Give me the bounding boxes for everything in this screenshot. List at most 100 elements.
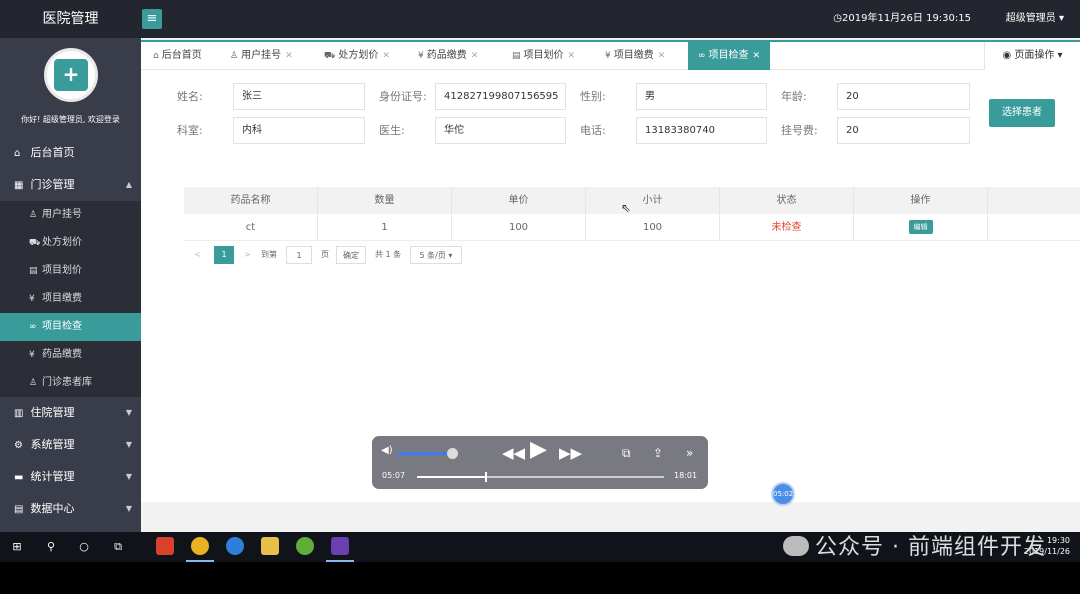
app-icon-green[interactable] <box>296 537 314 555</box>
col-header-drug-name: 药品名称 <box>184 187 318 214</box>
avatar <box>44 48 98 102</box>
name-field[interactable]: 张三 <box>233 83 365 110</box>
user-menu[interactable]: 超级管理员 ▾ <box>1006 0 1064 38</box>
pager-size-select[interactable]: 5 条/页 ▾ <box>410 246 462 264</box>
share-icon[interactable]: ⇪ <box>653 443 663 463</box>
edit-button[interactable]: 编辑 <box>908 220 933 234</box>
yen-icon: ¥ <box>418 51 424 61</box>
picture-in-picture-icon[interactable]: ⧉ <box>622 443 631 463</box>
age-field[interactable]: 20 <box>837 83 970 110</box>
sidebar-item-prescription-pricing[interactable]: ⛟ 处方划价 <box>0 229 141 257</box>
app-icon-red[interactable] <box>156 537 174 555</box>
more-icon[interactable]: » <box>686 443 693 463</box>
sidebar-item-label: 项目检查 <box>42 321 82 332</box>
pager-goto-input[interactable]: 1 <box>286 246 312 264</box>
phone-field[interactable]: 13183380740 <box>636 117 767 144</box>
pager-page-unit: 页 <box>321 250 329 259</box>
close-icon[interactable]: ✕ <box>285 51 293 61</box>
select-patient-button[interactable]: 选择患者 <box>989 99 1055 127</box>
sidebar-nav: ⌂ 后台首页 ▦ 门诊管理 ▲ ♙ 用户挂号 ⛟ 处方划价 ▤ 项目划价 ¥ 项目 <box>0 137 141 525</box>
folder-icon[interactable] <box>261 537 279 555</box>
doc-icon: ▤ <box>14 504 24 515</box>
sidebar-item-label: 数据中心 <box>30 502 75 515</box>
video-player-controls: ◀) ◀◀ ▶ ▶▶ ⧉ ⇪ » 05:07 18:01 <box>372 436 708 489</box>
sidebar-item-registration[interactable]: ♙ 用户挂号 <box>0 201 141 229</box>
sidebar-item-drug-payment[interactable]: ¥ 药品缴费 <box>0 341 141 369</box>
home-icon: ⌂ <box>14 148 21 159</box>
chevron-down-icon: ▼ <box>125 504 132 513</box>
fee-field[interactable]: 20 <box>837 117 970 144</box>
sidebar-item-home[interactable]: ⌂ 后台首页 <box>0 137 141 169</box>
pager-confirm-button[interactable]: 确定 <box>336 246 366 264</box>
table-header: 药品名称 数量 单价 小计 状态 操作 <box>184 187 1080 214</box>
tab-home[interactable]: ⌂ 后台首页 <box>153 42 202 70</box>
doc-icon: ▤ <box>512 51 521 61</box>
gender-field[interactable]: 男 <box>636 83 767 110</box>
sidebar-item-item-check[interactable]: ∞ 项目检查 <box>0 313 141 341</box>
sidebar-item-statistics[interactable]: ▬ 统计管理 ▼ <box>0 461 141 493</box>
id-number-field[interactable]: 412827199807156595 <box>435 83 566 110</box>
volume-icon[interactable]: ◀) <box>381 445 393 456</box>
doc-icon: ▤ <box>29 266 38 276</box>
page-operations-menu[interactable]: ◉ 页面操作 ▾ <box>984 42 1080 70</box>
tab-item-pricing[interactable]: ▤ 项目划价 ✕ <box>512 42 575 70</box>
tab-prescription-pricing[interactable]: ⛟ 处方划价 ✕ <box>324 42 390 70</box>
close-icon[interactable]: ✕ <box>658 51 666 61</box>
sidebar-item-label: 药品缴费 <box>42 349 82 360</box>
browser-icon[interactable] <box>226 537 244 555</box>
col-header-subtotal: 小计 <box>586 187 720 214</box>
cell-subtotal: 100 <box>586 214 720 241</box>
tab-label: 项目划价 <box>523 50 564 61</box>
close-icon[interactable]: ✕ <box>382 51 390 61</box>
sidebar-item-item-pricing[interactable]: ▤ 项目划价 <box>0 257 141 285</box>
ide-icon[interactable] <box>331 537 349 555</box>
windows-start-icon[interactable]: ⊞ <box>7 537 27 557</box>
sidebar-item-outpatient[interactable]: ▦ 门诊管理 ▲ <box>0 169 141 201</box>
sidebar-item-system[interactable]: ⚙ 系统管理 ▼ <box>0 429 141 461</box>
sidebar-item-patient-library[interactable]: ♙ 门诊患者库 <box>0 369 141 397</box>
chat-icon: ▬ <box>14 472 24 483</box>
pager-current-page[interactable]: 1 <box>214 246 234 264</box>
sidebar-item-data-center[interactable]: ▤ 数据中心 ▼ <box>0 493 141 525</box>
volume-slider-knob[interactable] <box>446 448 458 459</box>
fast-forward-icon[interactable]: ▶▶ <box>559 441 582 465</box>
gender-label: 性别: <box>580 90 606 103</box>
yen-icon: ¥ <box>29 350 35 360</box>
progress-handle[interactable] <box>485 472 488 482</box>
close-icon[interactable]: ✕ <box>471 51 479 61</box>
yen-icon: ¥ <box>29 294 35 304</box>
sidebar-item-inpatient[interactable]: ▥ 住院管理 ▼ <box>0 397 141 429</box>
check-items-table: 药品名称 数量 单价 小计 状态 操作 ct 1 100 100 未检查 编辑 <box>184 187 1080 241</box>
link-icon: ∞ <box>698 51 706 61</box>
cortana-icon[interactable]: ○ <box>74 537 94 557</box>
dept-field[interactable]: 内科 <box>233 117 365 144</box>
pager-prev-button[interactable]: < <box>194 246 201 264</box>
pager-next-button[interactable]: > <box>244 246 251 264</box>
chrome-icon[interactable] <box>191 537 209 555</box>
close-icon[interactable]: ✕ <box>568 51 576 61</box>
task-view-icon[interactable]: ⧉ <box>108 537 128 557</box>
cell-action: 编辑 <box>854 214 988 241</box>
close-icon[interactable]: ✕ <box>753 51 761 61</box>
tab-drug-payment[interactable]: ¥ 药品缴费 ✕ <box>418 42 478 70</box>
rewind-icon[interactable]: ◀◀ <box>502 441 525 465</box>
doctor-field[interactable]: 华佗 <box>435 117 566 144</box>
user-icon: ♙ <box>230 51 239 61</box>
tab-item-payment[interactable]: ¥ 项目缴费 ✕ <box>605 42 665 70</box>
tab-label: 处方划价 <box>338 50 379 61</box>
menu-toggle-button[interactable]: ≡ <box>142 9 162 29</box>
col-header-qty: 数量 <box>318 187 452 214</box>
sidebar-item-item-payment[interactable]: ¥ 项目缴费 <box>0 285 141 313</box>
watermark-text: 公众号 · 前端组件开发 <box>815 535 1046 560</box>
welcome-text: 你好! 超级管理员, 欢迎登录 <box>21 115 120 124</box>
sidebar-item-label: 门诊患者库 <box>42 377 92 388</box>
col-header-status: 状态 <box>720 187 854 214</box>
volume-slider-fill <box>397 452 452 455</box>
tab-registration[interactable]: ♙ 用户挂号 ✕ <box>230 42 293 70</box>
play-icon[interactable]: ▶ <box>530 438 547 462</box>
tab-item-check[interactable]: ∞ 项目检查 ✕ <box>688 42 771 70</box>
table-row: ct 1 100 100 未检查 编辑 <box>184 214 1080 241</box>
search-icon[interactable]: ⚲ <box>41 537 61 557</box>
sidebar-item-label: 门诊管理 <box>30 178 75 191</box>
book-icon: ▥ <box>14 408 24 419</box>
